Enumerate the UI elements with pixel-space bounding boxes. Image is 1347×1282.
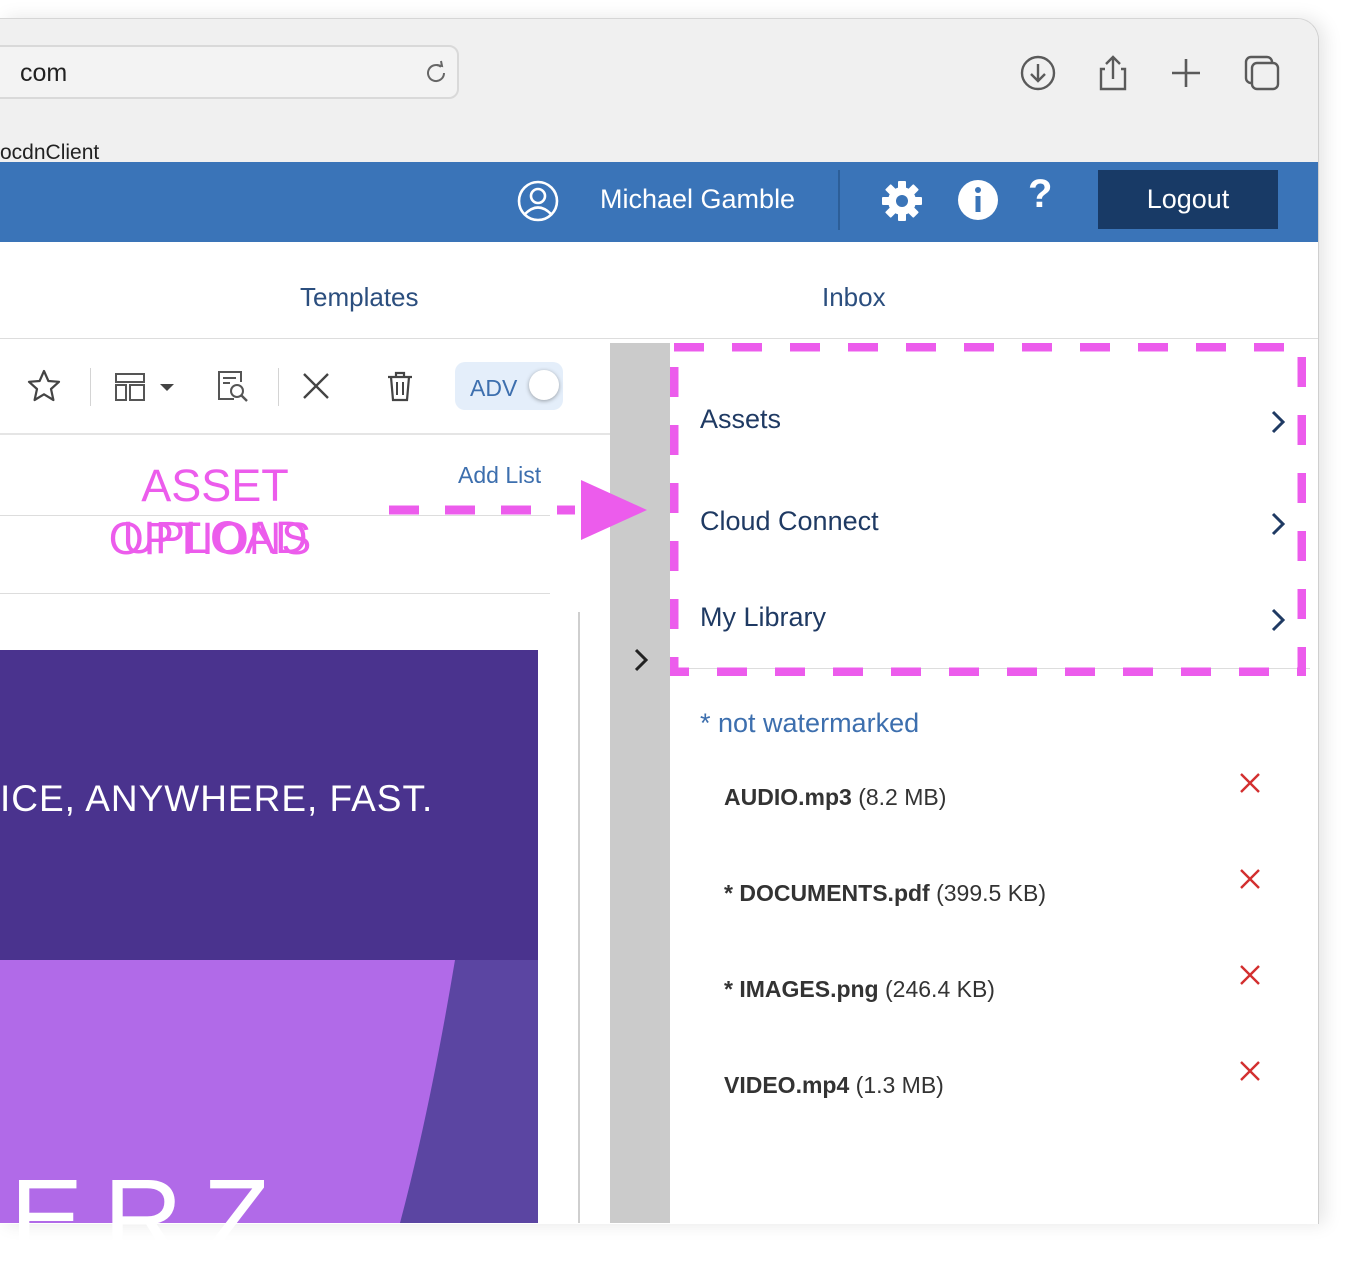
toggle-knob[interactable] xyxy=(529,370,559,400)
annotation-highlight-box xyxy=(670,343,1306,676)
tabs-divider xyxy=(0,338,1318,339)
share-icon[interactable] xyxy=(1093,53,1133,93)
header-divider xyxy=(838,170,840,230)
hero-headline: ERZ xyxy=(10,1157,290,1280)
canvas-scrollbar-track[interactable] xyxy=(578,612,580,1223)
annotation-arrow-icon xyxy=(389,480,647,540)
trash-icon[interactable] xyxy=(382,368,418,404)
tab-inbox[interactable]: Inbox xyxy=(822,282,886,313)
delete-icon[interactable] xyxy=(1238,963,1262,987)
reload-icon[interactable] xyxy=(422,59,450,87)
address-bar[interactable] xyxy=(0,45,459,99)
delete-icon[interactable] xyxy=(1238,1059,1262,1083)
file-size: (8.2 MB) xyxy=(858,784,947,810)
new-tab-icon[interactable] xyxy=(1166,53,1206,93)
annotation-label: OPTIONS xyxy=(108,513,312,564)
toolbar-separator xyxy=(90,368,91,406)
file-name: * DOCUMENTS.pdf xyxy=(724,880,930,906)
file-size: (399.5 KB) xyxy=(936,880,1047,906)
user-icon[interactable] xyxy=(516,179,560,223)
file-size: (1.3 MB) xyxy=(855,1072,944,1098)
file-row: VIDEO.mp4 (1.3 MB) xyxy=(724,1072,944,1099)
delete-icon[interactable] xyxy=(1238,867,1262,891)
help-icon[interactable]: ? xyxy=(1028,172,1052,217)
tab-templates[interactable]: Templates xyxy=(300,282,419,313)
gear-icon[interactable] xyxy=(878,177,926,225)
chevron-right-icon[interactable] xyxy=(628,645,654,675)
file-name: * IMAGES.png xyxy=(724,976,879,1002)
address-text[interactable]: com xyxy=(20,59,67,88)
file-name: AUDIO.mp3 xyxy=(724,784,852,810)
file-row: * IMAGES.png (246.4 KB) xyxy=(724,976,995,1003)
adv-toggle[interactable]: ADV xyxy=(455,362,563,410)
app-header: Michael Gamble ? Logout xyxy=(0,162,1318,242)
close-icon[interactable] xyxy=(298,368,334,404)
layout-dropdown-icon[interactable] xyxy=(112,368,178,404)
tab-overview-icon[interactable] xyxy=(1242,53,1282,93)
file-name: VIDEO.mp4 xyxy=(724,1072,850,1098)
preview-search-icon[interactable] xyxy=(214,368,250,404)
browser-toolbar: com ocdnClient xyxy=(0,19,1318,181)
delete-icon[interactable] xyxy=(1238,771,1262,795)
user-name[interactable]: Michael Gamble xyxy=(600,184,795,215)
info-icon[interactable] xyxy=(955,177,1001,223)
logout-button[interactable]: Logout xyxy=(1098,170,1278,229)
toolbar-separator xyxy=(278,368,279,406)
watermark-note: * not watermarked xyxy=(700,708,920,738)
star-icon[interactable] xyxy=(26,368,62,404)
file-row: * DOCUMENTS.pdf (399.5 KB) xyxy=(724,880,1046,907)
adv-toggle-label: ADV xyxy=(470,375,518,401)
row-divider xyxy=(0,593,550,594)
download-icon[interactable] xyxy=(1018,53,1058,93)
file-row: AUDIO.mp3 (8.2 MB) xyxy=(724,784,946,811)
file-size: (246.4 KB) xyxy=(885,976,995,1002)
toolbar-divider xyxy=(0,433,610,435)
banner-headline: ICE, ANYWHERE, FAST. xyxy=(0,778,434,819)
